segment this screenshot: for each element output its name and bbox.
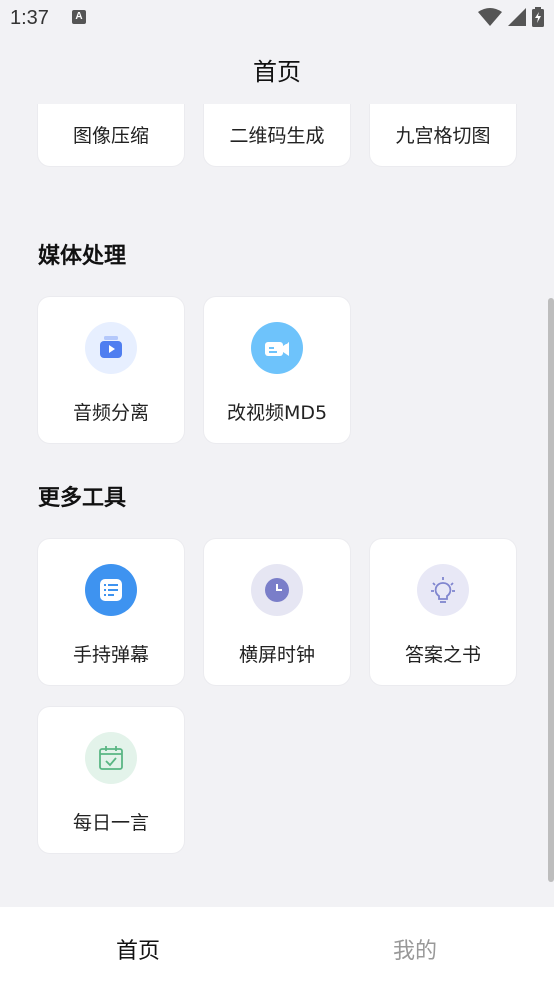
video-icon — [85, 322, 137, 374]
scrollbar[interactable] — [548, 298, 554, 882]
card-label: 二维码生成 — [229, 125, 325, 147]
wifi-icon — [478, 8, 502, 26]
card-label: 图像压缩 — [72, 125, 149, 147]
signal-icon — [508, 8, 526, 26]
calendar-icon — [85, 732, 137, 784]
card-label: 横屏时钟 — [238, 644, 315, 666]
status-time: 1:37 — [10, 7, 49, 29]
tab-mine[interactable]: 我的 — [393, 933, 437, 965]
tool-card-danmaku[interactable]: 手持弹幕 — [38, 539, 184, 685]
screen: 1:37 A 首页 ZIP 图像压缩 — [0, 0, 554, 985]
tool-card-daily-quote[interactable]: 每日一言 — [38, 707, 184, 853]
page-title: 首页 — [253, 58, 301, 86]
tool-card-nine-grid[interactable]: 九宫格切图 — [370, 104, 516, 166]
card-label: 每日一言 — [72, 812, 149, 834]
bottom-nav: 首页 我的 — [0, 907, 554, 985]
clock-icon — [251, 564, 303, 616]
battery-icon — [532, 7, 544, 27]
notification-icon: A — [72, 10, 86, 24]
tool-card-answer-book[interactable]: 答案之书 — [370, 539, 516, 685]
section-title-media: 媒体处理 — [38, 244, 127, 269]
tool-card-audio-separate[interactable]: 音频分离 — [38, 297, 184, 443]
tool-card-landscape-clock[interactable]: 横屏时钟 — [204, 539, 350, 685]
card-label: 九宫格切图 — [395, 125, 491, 147]
card-label: 手持弹幕 — [72, 644, 149, 666]
camera-icon — [251, 322, 303, 374]
scroll-content[interactable]: ZIP 图像压缩 二维码生成 — [0, 104, 554, 906]
tool-card-video-md5[interactable]: 改视频MD5 — [204, 297, 350, 443]
section-title-more: 更多工具 — [38, 486, 127, 511]
card-label: 答案之书 — [404, 644, 481, 666]
status-bar: 1:37 A — [0, 0, 554, 38]
bulb-icon — [417, 564, 469, 616]
tab-home[interactable]: 首页 — [116, 933, 160, 965]
card-label: 改视频MD5 — [226, 402, 328, 424]
status-icons — [478, 7, 544, 27]
list-icon — [85, 564, 137, 616]
tool-card-image-compress[interactable]: ZIP 图像压缩 — [38, 104, 184, 166]
card-label: 音频分离 — [72, 402, 149, 424]
tool-card-qrcode[interactable]: 二维码生成 — [204, 104, 350, 166]
